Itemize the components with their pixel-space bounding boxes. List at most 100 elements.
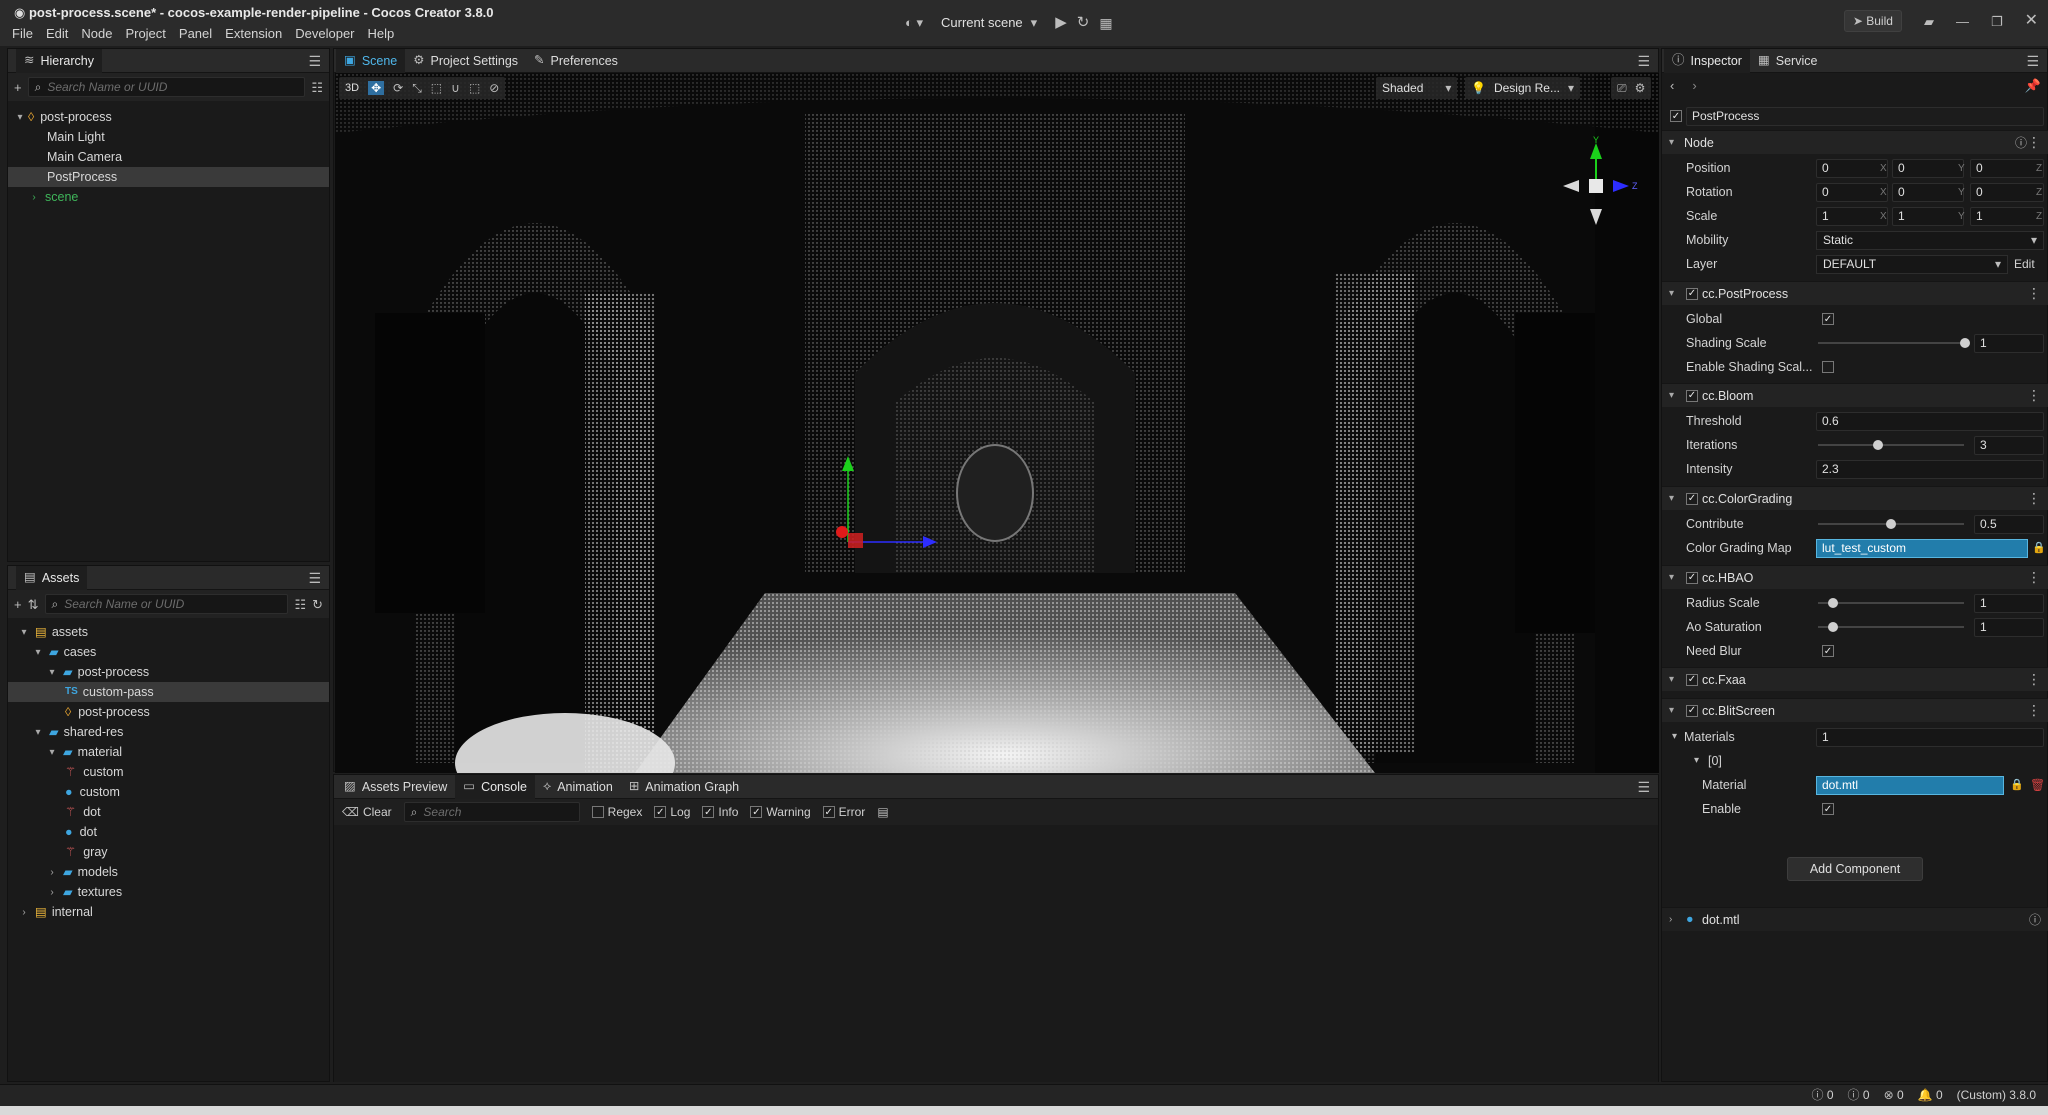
add-icon[interactable]: + [14,81,22,94]
platform-icon[interactable]: ◐ ▾ [905,16,923,29]
asset-row[interactable]: ● custom [8,782,329,802]
ao-saturation-slider[interactable] [1818,622,1964,632]
component-enabled-checkbox[interactable] [1686,571,1698,584]
tab-scene[interactable]: ▣ Scene [336,48,406,73]
toggle-3d-button[interactable]: 3D [345,82,359,94]
menu-file[interactable]: File [12,26,33,41]
console-search-input[interactable]: ⌕ Search [403,802,580,822]
shading-scale-input[interactable]: 1 [1974,333,2044,353]
filter-error[interactable]: Error [822,805,865,819]
forward-icon[interactable]: › [1692,79,1696,92]
chevron-down-icon[interactable]: ▾ [1694,756,1699,766]
error-count[interactable]: ⊗ 0 [1884,1088,1904,1102]
slider-knob[interactable] [1873,440,1883,450]
scale-tool-icon[interactable]: ⤡ [412,82,422,94]
help-icon[interactable]: ⓘ [2029,914,2041,926]
chevron-down-icon[interactable]: ▾ [1568,82,1574,94]
mobility-select[interactable]: Static ▾ [1816,230,2044,250]
rotation-z-input[interactable]: 0 [1970,182,2044,202]
component-enabled-checkbox[interactable] [1686,704,1698,717]
rotation-x-input[interactable]: 0 [1816,182,1888,202]
tree-row-root[interactable]: ▾ ◊ post-process [8,107,329,127]
chevron-down-icon[interactable]: ▾ [32,727,44,738]
panel-menu-icon[interactable]: ☰ [2026,53,2039,70]
folder-open-icon[interactable]: ▰ [1924,15,1934,28]
sort-icon[interactable]: ⇅ [28,598,39,611]
bloom-component-header[interactable]: ▾ cc.Bloom ⋮ [1662,383,2048,407]
pin-icon[interactable]: 📌 [2025,79,2041,92]
checkbox[interactable] [750,806,763,818]
menu-developer[interactable]: Developer [295,26,354,41]
tab-preferences[interactable]: ✎ Preferences [526,49,626,73]
layer-select[interactable]: DEFAULT ▾ [1816,254,2008,274]
position-x-input[interactable]: 0 [1816,158,1888,178]
qr-code-icon[interactable]: ▦ [1099,16,1112,30]
resolution-select[interactable]: Design Re... [1494,81,1560,95]
postprocess-component-header[interactable]: ▾ cc.PostProcess ⋮ [1662,281,2048,305]
tree-row-main-camera[interactable]: Main Camera [8,147,329,167]
asset-row[interactable]: ⚚ gray [8,842,329,862]
asset-row[interactable]: ⚚ dot [8,802,329,822]
asset-row[interactable]: ▾ ▤ assets [8,622,329,642]
checkbox[interactable] [702,806,715,818]
tab-assets[interactable]: ▤ Assets [16,565,88,590]
scale-y-input[interactable]: 1 [1892,206,1964,226]
shading-select[interactable]: Shaded ▾ [1376,77,1458,99]
more-icon[interactable]: ⋮ [2027,387,2041,404]
layer-edit-button[interactable]: Edit [2014,257,2035,271]
maximize-icon[interactable]: ❐ [1991,15,2003,28]
scale-x-input[interactable]: 1 [1816,206,1888,226]
node-section-header[interactable]: ▾ Node ⓘ ⋮ [1662,130,2048,154]
warning-count[interactable]: ⓘ 0 [1848,1088,1870,1102]
global-pivot-icon[interactable]: ⊘ [489,82,499,94]
asset-preview-header[interactable]: › ● dot.mtl ⓘ [1662,907,2048,931]
scene-viewport[interactable]: Y Z 3D ✥ ⟳ ⤡ ⬚ ∪ ⬚ ⊘ Shaded ▾ 💡 Design R… [335,73,1659,773]
clear-button[interactable]: ⌫ Clear [342,805,392,819]
more-icon[interactable]: ⋮ [2027,671,2041,688]
component-enabled-checkbox[interactable] [1686,389,1698,402]
panel-menu-icon[interactable]: ☰ [1637,53,1650,70]
hbao-component-header[interactable]: ▾ cc.HBAO ⋮ [1662,565,2048,589]
checkbox[interactable] [822,806,835,818]
asset-row[interactable]: › ▤ internal [8,902,329,922]
chevron-down-icon[interactable]: ▾ [1672,732,1677,742]
menu-help[interactable]: Help [368,26,395,41]
asset-row[interactable]: ● dot [8,822,329,842]
threshold-input[interactable]: 0.6 [1816,411,2044,431]
asset-row[interactable]: ▾ ▰ post-process [8,662,329,682]
minimize-icon[interactable]: — [1956,15,1969,28]
radius-scale-slider[interactable] [1818,598,1964,608]
material-field[interactable]: dot.mtl [1816,775,2004,795]
chevron-down-icon[interactable]: ▾ [46,747,58,758]
tree-row-scene[interactable]: › scene [8,187,329,207]
chevron-down-icon[interactable]: ▾ [18,627,30,638]
iterations-slider[interactable] [1818,440,1964,450]
asset-row[interactable]: ▾ ▰ cases [8,642,329,662]
asset-row[interactable]: ▾ ▰ material [8,742,329,762]
refresh-icon[interactable]: ↻ [312,598,323,611]
scale-z-input[interactable]: 1 [1970,206,2044,226]
rotation-y-input[interactable]: 0 [1892,182,1964,202]
chevron-down-icon[interactable]: ▾ [14,112,26,123]
global-checkbox[interactable] [1822,313,1834,325]
asset-row[interactable]: ⚚ custom [8,762,329,782]
checkbox[interactable] [654,806,667,818]
asset-row[interactable]: ▾ ▰ shared-res [8,722,329,742]
panel-menu-icon[interactable]: ☰ [308,570,321,587]
chevron-right-icon[interactable]: › [28,192,40,203]
tab-assets-preview[interactable]: ▨ Assets Preview [336,775,455,799]
tree-row-postprocess[interactable]: PostProcess [8,167,329,187]
color-grading-map-field[interactable]: lut_test_custom [1816,538,2028,558]
log-file-icon[interactable]: ▤ [877,806,888,818]
radius-scale-input[interactable]: 1 [1974,593,2044,613]
contribute-input[interactable]: 0.5 [1974,514,2044,534]
intensity-input[interactable]: 2.3 [1816,459,2044,479]
tab-inspector[interactable]: ⓘ Inspector [1664,48,1750,73]
chevron-right-icon[interactable]: › [46,887,58,898]
rotate-tool-icon[interactable]: ⟳ [393,82,403,94]
shading-scale-slider[interactable] [1818,338,1970,348]
menu-node[interactable]: Node [81,26,112,41]
more-icon[interactable]: ⋮ [2027,134,2041,151]
add-icon[interactable]: + [14,598,22,611]
camera-icon[interactable]: ⎚ [1617,82,1627,94]
